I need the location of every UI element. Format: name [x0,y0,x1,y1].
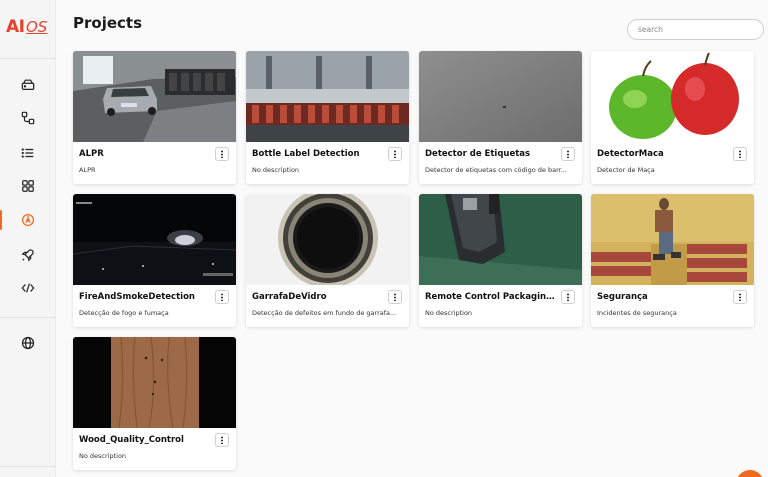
project-title: GarrafaDeVidro [252,292,327,302]
project-title: Bottle Label Detection [252,149,360,159]
project-thumbnail [419,194,582,285]
sidebar-item-code[interactable] [14,276,42,300]
kebab-icon [394,150,396,158]
project-card[interactable]: DetectorMaca Detector de Maça [591,51,754,184]
kebab-icon [221,293,223,301]
project-title: ALPR [79,149,104,159]
more-options-button[interactable] [215,290,229,304]
project-description: Detecção de defeitos em fundo de garrafa… [252,309,397,317]
project-description: Detector de etiquetas com código de barr… [425,166,567,174]
logo-os-text: OS [26,18,48,36]
search-input[interactable] [627,19,764,40]
more-options-button[interactable] [215,147,229,161]
kebab-icon [567,150,569,158]
logo-ai-text: AI [6,17,25,37]
kebab-icon [221,436,223,444]
project-title: FireAndSmokeDetection [79,292,195,302]
more-options-button[interactable] [561,290,575,304]
project-thumbnail [246,194,409,285]
kebab-icon [567,293,569,301]
project-description: No description [252,166,300,174]
projects-icon [21,213,35,227]
project-title: DetectorMaca [597,149,664,159]
sidebar-item-storage[interactable] [14,73,42,97]
app-root: AI OS Projects search ALPR ALPR Bottle L… [0,0,768,477]
kebab-icon [394,293,396,301]
flow-icon [21,111,35,125]
project-description: No description [79,452,127,460]
more-options-button[interactable] [215,433,229,447]
project-card[interactable]: GarrafaDeVidro Detecção de defeitos em f… [246,194,409,327]
project-thumbnail [591,194,754,285]
project-thumbnail [73,194,236,285]
sidebar-divider [0,466,56,467]
project-thumbnail [246,51,409,142]
project-description: Detecção de fogo e fumaça [79,309,169,317]
project-card[interactable]: Segurança Incidentes de segurança [591,194,754,327]
sidebar-item-projects[interactable] [0,208,42,232]
sidebar-item-deploy[interactable] [14,243,42,267]
project-card[interactable]: FireAndSmokeDetection Detecção de fogo e… [73,194,236,327]
code-icon [21,283,35,293]
more-options-button[interactable] [388,290,402,304]
project-card[interactable]: ALPR ALPR [73,51,236,184]
project-description: No description [425,309,473,317]
project-thumbnail [73,51,236,142]
project-card[interactable]: Wood_Quality_Control No description [73,337,236,470]
more-options-button[interactable] [388,147,402,161]
brand-logo[interactable]: AI OS [6,17,50,39]
sidebar: AI OS [0,0,56,477]
more-options-button[interactable] [733,147,747,161]
page-title: Projects [73,14,143,32]
project-title: Detector de Etiquetas [425,149,531,159]
floating-action-button[interactable] [736,470,764,477]
rocket-icon [21,249,34,262]
project-thumbnail [73,337,236,428]
more-options-button[interactable] [733,290,747,304]
kebab-icon [221,150,223,158]
grid-icon [22,180,34,192]
sidebar-divider [0,58,56,59]
kebab-icon [739,293,741,301]
sidebar-item-apps[interactable] [14,174,42,198]
sidebar-item-lists[interactable] [14,141,42,165]
project-title: Wood_Quality_Control [79,435,184,445]
project-description: Detector de Maça [597,166,655,174]
globe-icon [21,336,35,350]
more-options-button[interactable] [561,147,575,161]
sidebar-divider [0,317,56,318]
project-description: Incidentes de segurança [597,309,677,317]
project-card[interactable]: Remote Control Packaging De... No descri… [419,194,582,327]
project-description: ALPR [79,166,96,174]
sidebar-item-pipelines[interactable] [14,106,42,130]
sidebar-item-web[interactable] [14,331,42,355]
drive-icon [21,79,35,90]
project-title: Remote Control Packaging De... [425,292,555,302]
project-card[interactable]: Bottle Label Detection No description [246,51,409,184]
project-thumbnail [419,51,582,142]
list-icon [21,148,34,158]
kebab-icon [739,150,741,158]
project-title: Segurança [597,292,648,302]
project-card[interactable]: Detector de Etiquetas Detector de etique… [419,51,582,184]
project-thumbnail [591,51,754,142]
